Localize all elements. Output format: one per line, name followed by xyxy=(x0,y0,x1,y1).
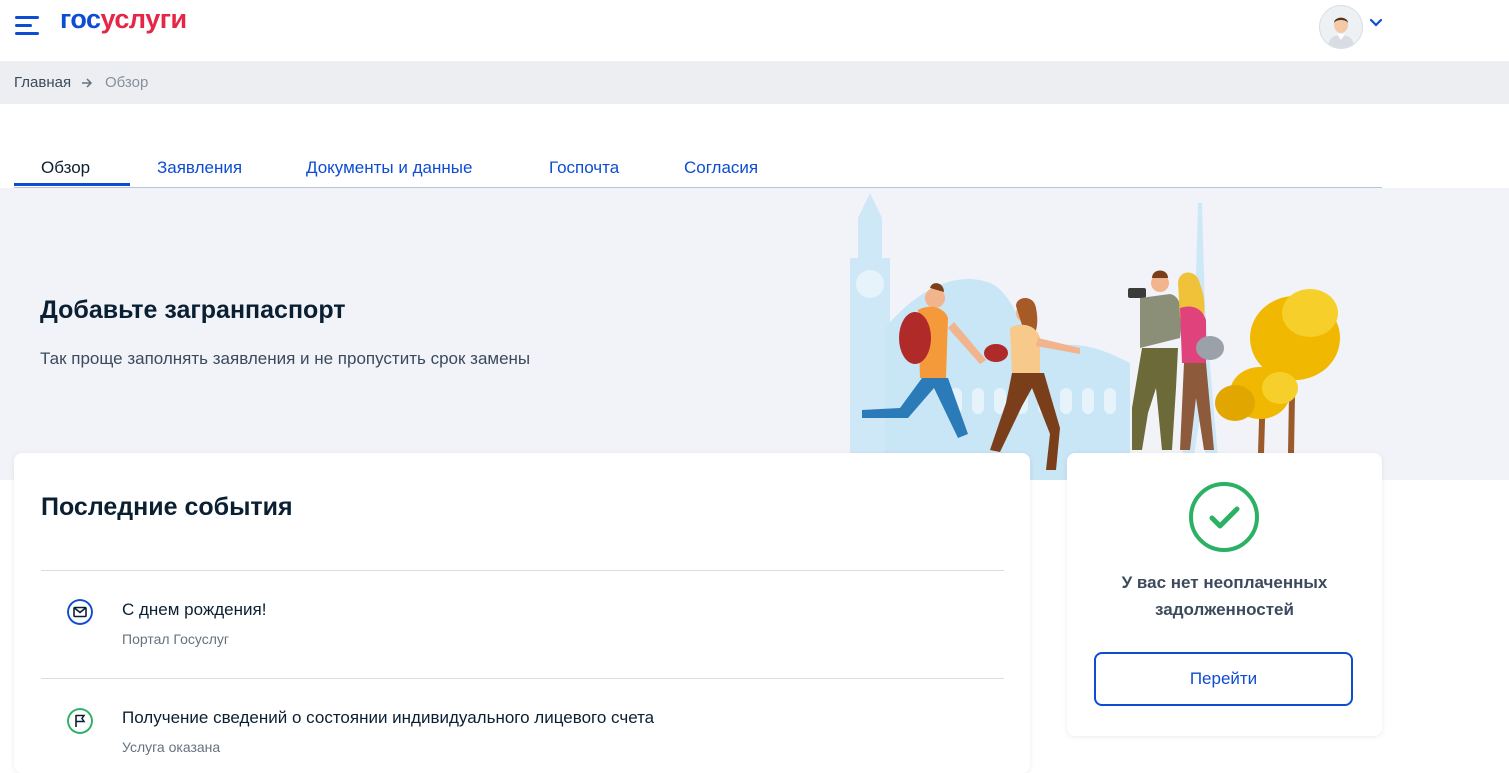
tab-gospochta[interactable]: Госпочта xyxy=(549,158,619,178)
breadcrumb: Главная Обзор xyxy=(0,61,1509,104)
tab-bar: Обзор Заявления Документы и данные Госпо… xyxy=(14,146,1382,188)
passport-banner[interactable]: Добавьте загранпаспорт Так проще заполня… xyxy=(0,188,1509,480)
breadcrumb-current: Обзор xyxy=(105,74,149,91)
active-tab-indicator xyxy=(14,183,130,186)
travel-illustration xyxy=(850,193,1340,480)
event-title: Получение сведений о состоянии индивидуа… xyxy=(122,708,655,727)
user-avatar[interactable] xyxy=(1319,5,1363,49)
events-title: Последние события xyxy=(41,493,293,521)
divider xyxy=(41,570,1004,571)
no-debts-text: У вас нет неоплаченных задолженностей xyxy=(1121,573,1328,619)
recent-events-card: Последние события С днем рождения! Порта… xyxy=(14,453,1030,773)
hamburger-icon[interactable] xyxy=(15,16,39,36)
top-header: госуслуги xyxy=(0,0,1509,61)
no-debts-card: У вас нет неоплаченных задолженностей Пе… xyxy=(1067,453,1382,736)
mail-icon xyxy=(67,599,93,625)
flag-icon xyxy=(67,708,93,734)
arrow-right-icon xyxy=(82,78,93,88)
banner-subtitle: Так проще заполнять заявления и не пропу… xyxy=(40,349,531,368)
banner-title: Добавьте загранпаспорт xyxy=(40,296,346,324)
event-title: С днем рождения! xyxy=(122,600,267,619)
logo-text-uslugi: услуги xyxy=(100,4,188,34)
check-circle-icon xyxy=(1189,482,1259,552)
chevron-down-icon[interactable] xyxy=(1369,18,1383,28)
tab-overview[interactable]: Обзор xyxy=(41,158,90,178)
logo-text-gos: гос xyxy=(60,4,101,34)
tab-documents[interactable]: Документы и данные xyxy=(306,158,472,178)
tab-consents[interactable]: Согласия xyxy=(684,158,758,178)
breadcrumb-home[interactable]: Главная xyxy=(14,74,71,91)
gosuslugi-logo[interactable]: госуслуги xyxy=(60,4,187,35)
go-to-payments-button[interactable]: Перейти xyxy=(1094,652,1353,706)
event-subtitle: Услуга оказана xyxy=(122,739,221,755)
event-subtitle: Портал Госуслуг xyxy=(122,631,229,647)
user-avatar-icon xyxy=(1320,6,1362,48)
divider xyxy=(41,678,1004,679)
tab-applications[interactable]: Заявления xyxy=(157,158,242,178)
